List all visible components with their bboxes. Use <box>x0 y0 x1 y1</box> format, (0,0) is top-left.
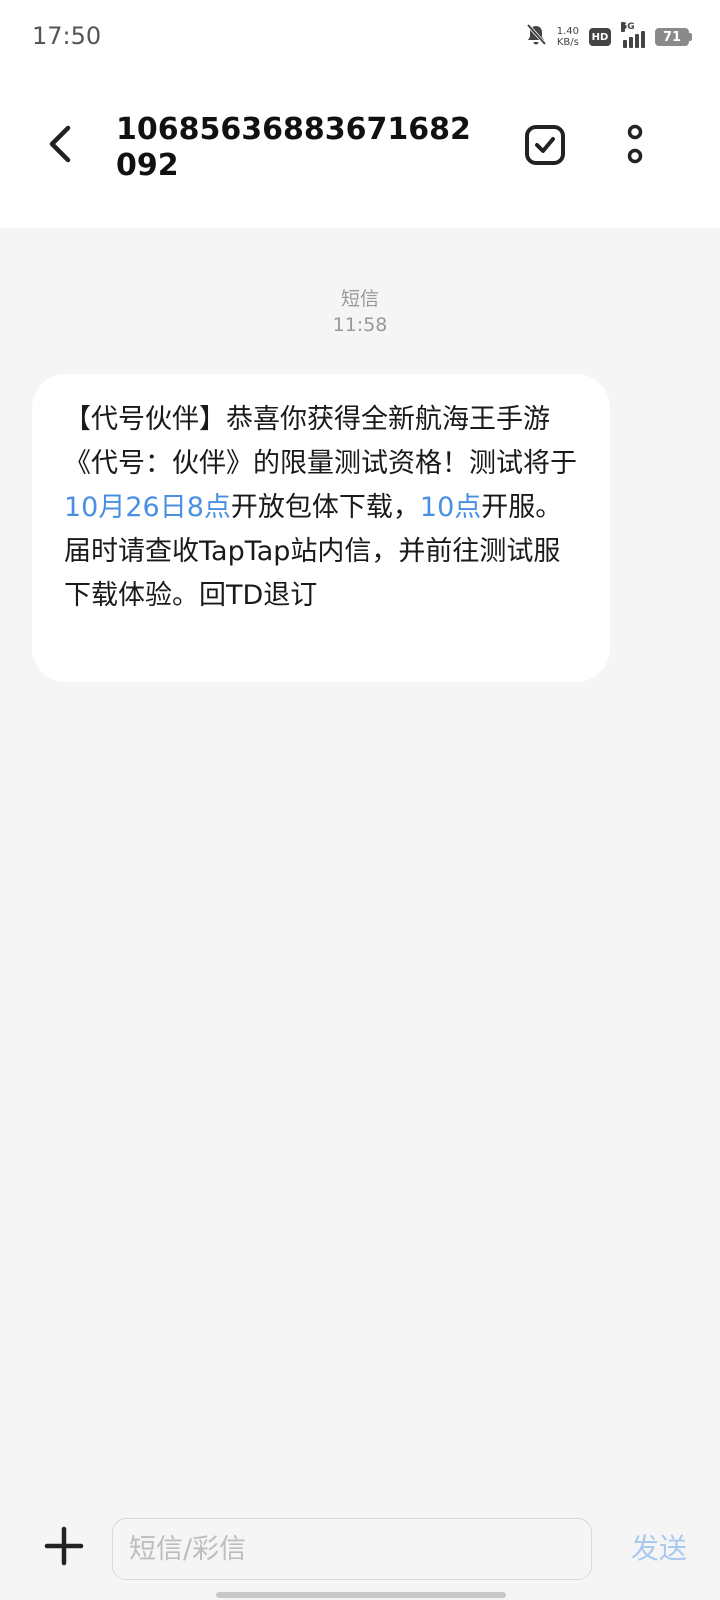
message-time-link[interactable]: 10点 <box>420 492 481 523</box>
status-icons: 1.40 KB/s HD 5G 71 <box>525 22 692 52</box>
sender-number: 10685636883671682092 <box>116 112 471 183</box>
select-messages-button[interactable] <box>522 122 568 168</box>
hd-icon: HD <box>589 28 611 46</box>
message-bubble[interactable]: 【代号伙伴】恭喜你获得全新航海王手游《代号：伙伴》的限量测试资格！测试将于 10月… <box>32 374 610 682</box>
network-speed-unit: KB/s <box>556 37 579 48</box>
plus-icon <box>44 1526 84 1566</box>
battery-icon: 71 <box>655 28 692 46</box>
more-vertical-icon <box>627 124 643 164</box>
more-options-button[interactable] <box>612 118 658 172</box>
back-button[interactable] <box>36 114 84 174</box>
status-bar: 17:50 1.40 KB/s HD 5G 71 <box>0 0 720 78</box>
message-type-label: 短信 <box>340 288 379 310</box>
network-generation: 5G <box>621 22 635 32</box>
home-indicator[interactable] <box>216 1592 506 1598</box>
signal-icon: 5G <box>621 22 645 48</box>
bell-muted-icon <box>525 23 547 51</box>
check-square-icon <box>525 125 565 165</box>
message-date-link[interactable]: 10月26日8点 <box>64 492 231 523</box>
battery-level: 71 <box>655 28 689 46</box>
network-speed: 1.40 KB/s <box>557 26 579 48</box>
chevron-left-icon <box>49 125 71 163</box>
add-attachment-button[interactable] <box>40 1522 88 1570</box>
status-time: 17:50 <box>32 22 102 50</box>
conversation-header: 10685636883671682092 <box>0 78 720 228</box>
message-timestamp: 11:58 <box>332 314 388 336</box>
network-speed-value: 1.40 <box>556 26 579 37</box>
message-input[interactable] <box>112 1518 592 1580</box>
conversation-view[interactable]: 短信 11:58 【代号伙伴】恭喜你获得全新航海王手游《代号：伙伴》的限量测试资… <box>0 228 720 1498</box>
send-button[interactable]: 发送 <box>622 1528 696 1570</box>
compose-bar: 发送 <box>0 1498 720 1600</box>
message-text: 【代号伙伴】恭喜你获得全新航海王手游《代号：伙伴》的限量测试资格！测试将于 <box>64 404 577 479</box>
message-text: 开放包体下载， <box>230 492 420 523</box>
